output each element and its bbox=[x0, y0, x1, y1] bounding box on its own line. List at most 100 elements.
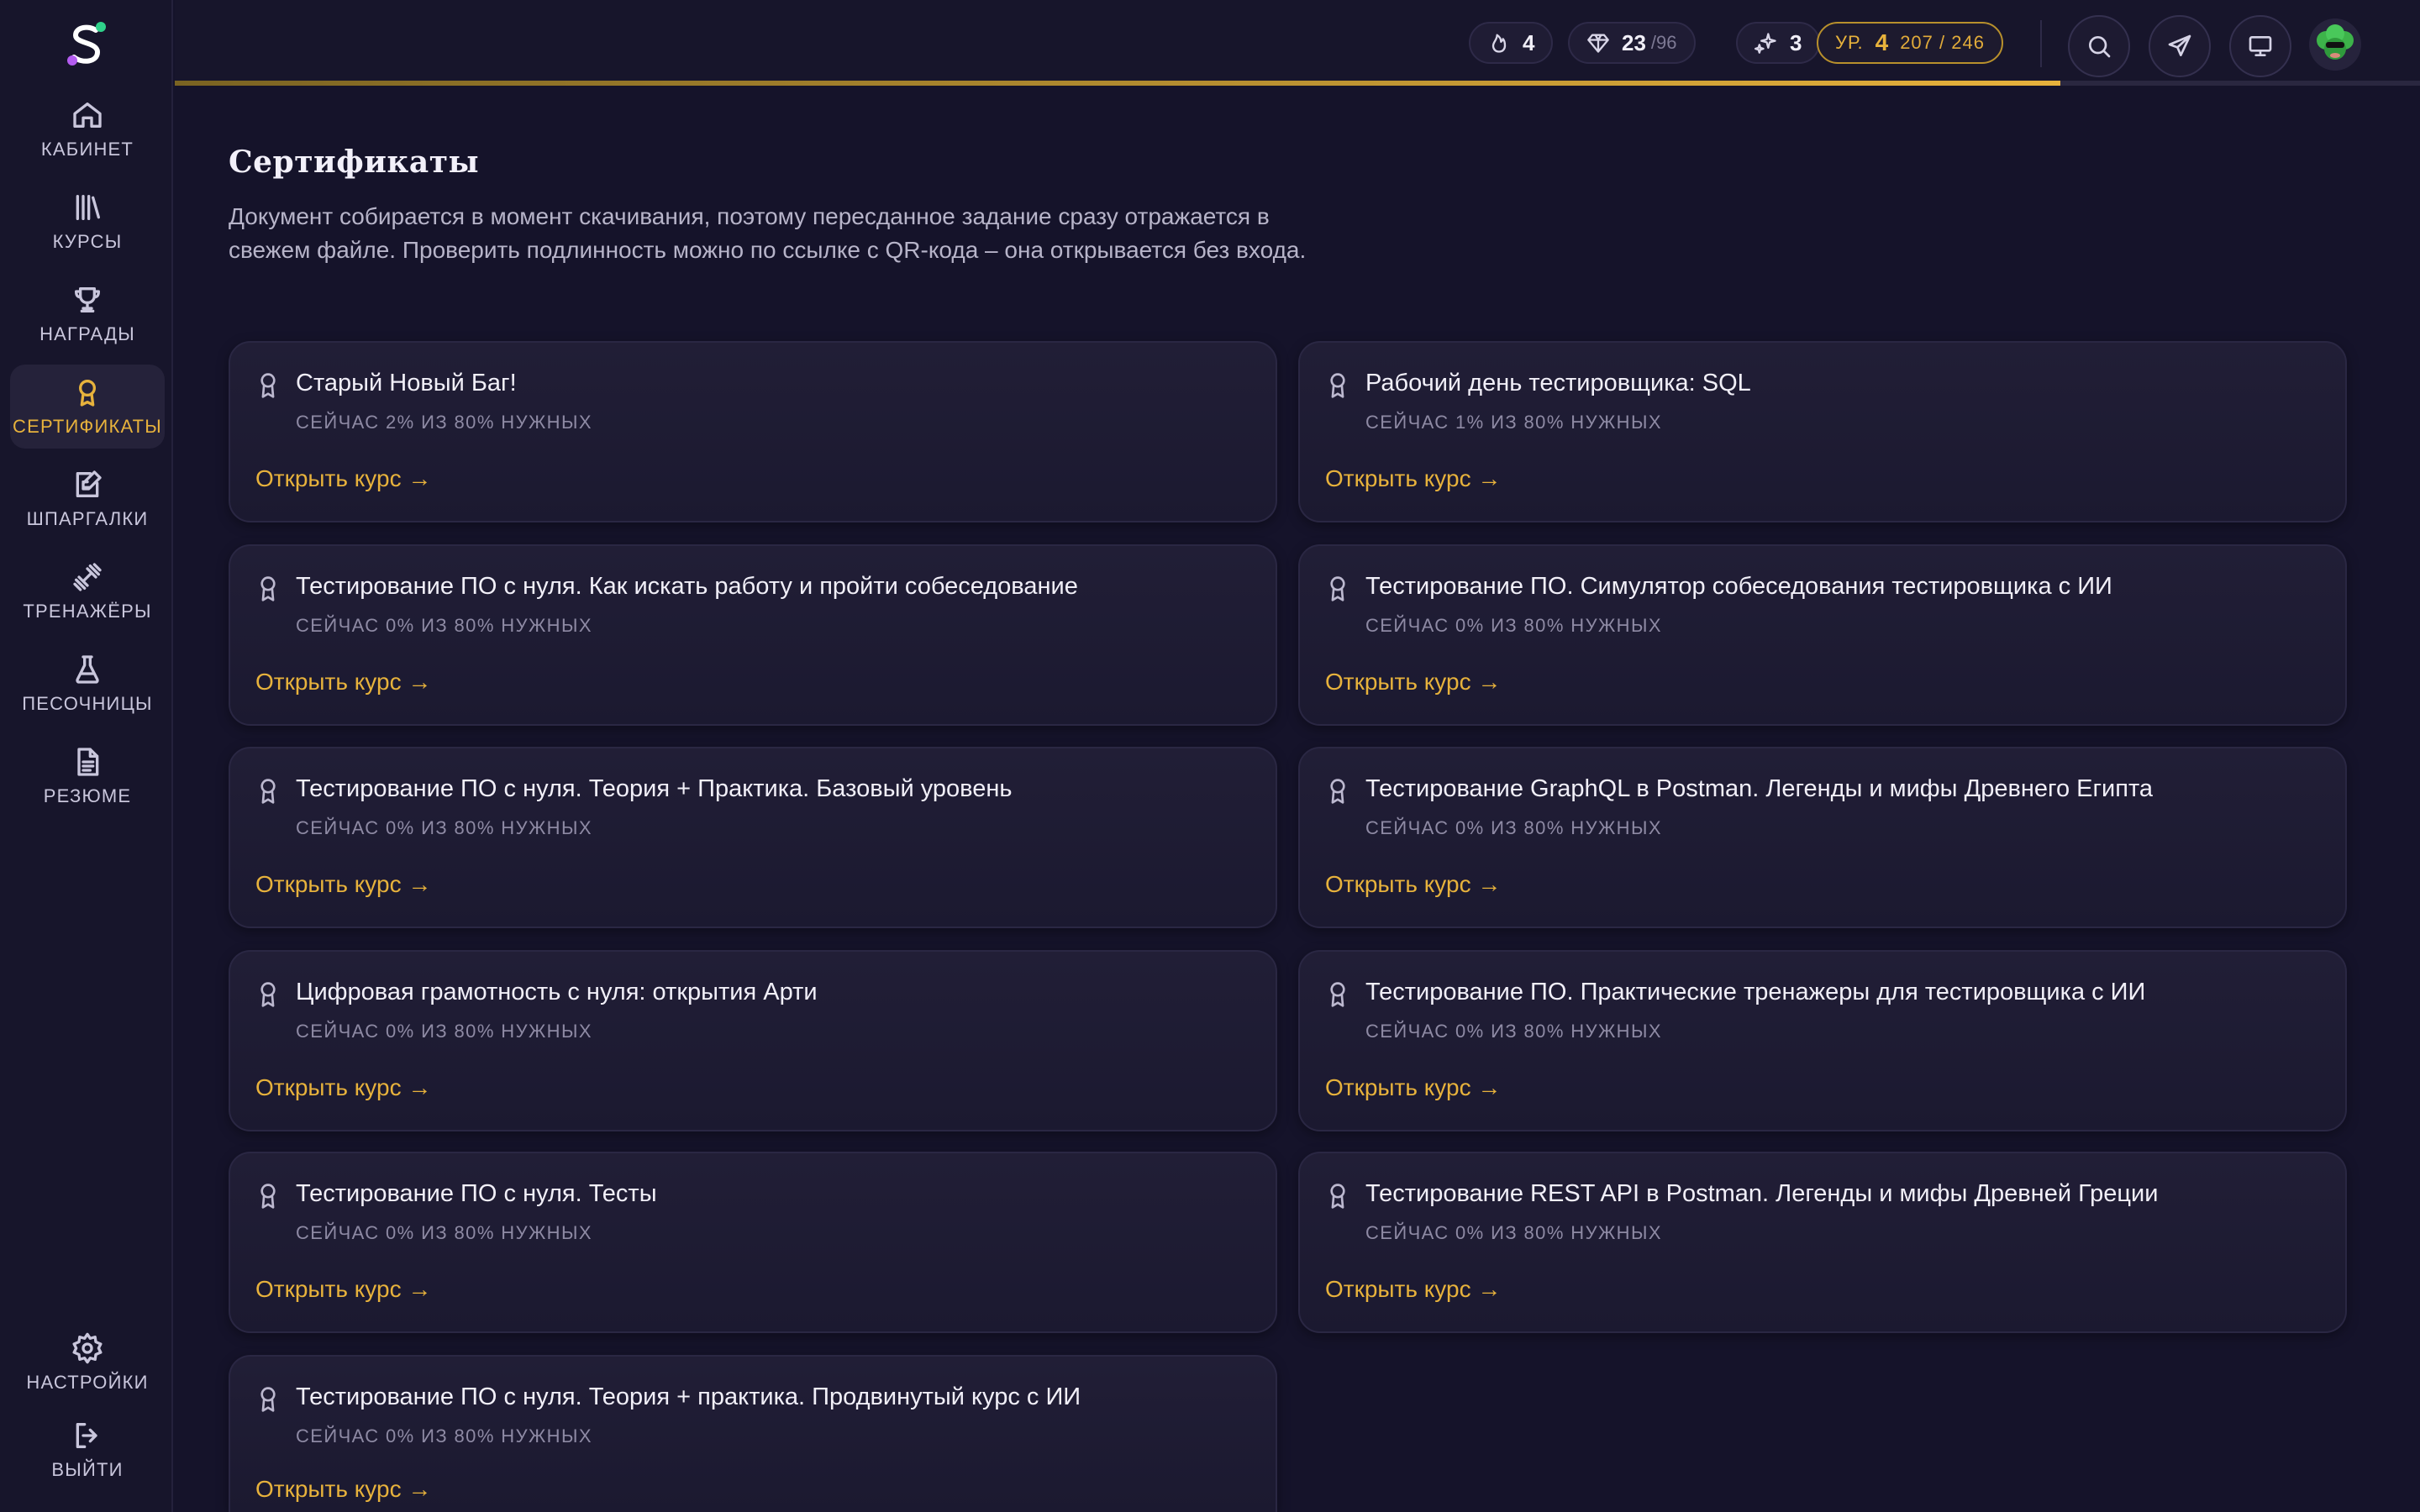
send-icon bbox=[2168, 34, 2191, 56]
open-course-link[interactable]: Открыть курс → bbox=[255, 669, 431, 696]
certificate-icon bbox=[255, 980, 281, 1009]
search-button[interactable] bbox=[2068, 15, 2130, 77]
sidebar-item-label: ТРЕНАЖЁРЫ bbox=[23, 601, 152, 622]
sidebar: КАБИНЕТ КУРСЫ НАГРАДЫ СЕРТИФИКАТЫ ШПАРГА… bbox=[0, 0, 173, 1512]
open-course-link[interactable]: Открыть курс → bbox=[255, 1074, 431, 1101]
sidebar-item-trainers[interactable]: ТРЕНАЖЁРЫ bbox=[10, 549, 165, 633]
certificate-icon bbox=[255, 575, 281, 603]
sidebar-item-logout[interactable]: ВЫЙТИ bbox=[10, 1408, 165, 1492]
certificate-title: Тестирование ПО с нуля. Теория + Практик… bbox=[296, 775, 1013, 802]
sidebar-item-label: ПЕСОЧНИЦЫ bbox=[22, 693, 153, 714]
certificate-progress: СЕЙЧАС 2% ИЗ 80% НУЖНЫХ bbox=[296, 412, 592, 433]
diamond-icon bbox=[1587, 34, 1609, 53]
certificate-icon bbox=[1325, 980, 1350, 1009]
sidebar-item-label: РЕЗЮМЕ bbox=[43, 785, 132, 806]
certificate-title: Тестирование GraphQL в Postman. Легенды … bbox=[1365, 775, 2154, 802]
streak-value: 4 bbox=[1523, 29, 1535, 55]
level-value: 4 bbox=[1875, 29, 1889, 55]
certificate-icon bbox=[1325, 777, 1350, 806]
sidebar-item-cheatsheets[interactable]: ШПАРГАЛКИ bbox=[10, 457, 165, 541]
certificate-icon bbox=[255, 371, 281, 400]
streak-counter[interactable]: 4 bbox=[1469, 22, 1554, 64]
page-description: Документ собирается в момент скачивания,… bbox=[229, 203, 1307, 263]
flame-icon bbox=[1491, 34, 1507, 53]
certificate-title: Тестирование ПО с нуля. Теория + практик… bbox=[296, 1383, 1081, 1410]
certificate-progress: СЕЙЧАС 0% ИЗ 80% НУЖНЫХ bbox=[296, 615, 592, 636]
certificate-card: Тестирование REST API в Postman. Легенды… bbox=[1298, 1152, 2347, 1333]
dumbbell-icon bbox=[73, 563, 102, 591]
sidebar-item-label: КАБИНЕТ bbox=[40, 139, 134, 160]
certificate-title: Тестирование ПО с нуля. Тесты bbox=[296, 1180, 657, 1207]
trophy-icon bbox=[75, 287, 101, 312]
telegram-button[interactable] bbox=[2149, 15, 2211, 77]
certificate-icon bbox=[79, 380, 96, 407]
certificate-title: Тестирование ПО. Практические тренажеры … bbox=[1365, 979, 2146, 1005]
certificate-card: Цифровая грамотность с нуля: открытия Ар… bbox=[229, 950, 1277, 1131]
level-prefix: УР. bbox=[1835, 32, 1864, 53]
certificate-icon bbox=[1325, 371, 1350, 400]
gear-icon bbox=[72, 1332, 103, 1364]
certificate-card: Тестирование ПО с нуля. Как искать работ… bbox=[229, 544, 1277, 726]
sidebar-item-resume[interactable]: РЕЗЮМЕ bbox=[10, 734, 165, 818]
open-course-link[interactable]: Открыть курс → bbox=[1325, 1074, 1501, 1101]
certificate-card: Рабочий день тестировщика: SQL СЕЙЧАС 1%… bbox=[1298, 341, 2347, 522]
gems-counter[interactable]: 23 /96 bbox=[1568, 22, 1696, 64]
open-course-link[interactable]: Открыть курс → bbox=[255, 1276, 431, 1303]
sidebar-item-label: ШПАРГАЛКИ bbox=[26, 508, 149, 529]
open-course-link[interactable]: Открыть курс → bbox=[255, 1476, 431, 1503]
search-icon bbox=[2089, 36, 2111, 58]
certificate-progress: СЕЙЧАС 0% ИЗ 80% НУЖНЫХ bbox=[1365, 1222, 1662, 1243]
logout-label: ВЫЙТИ bbox=[51, 1459, 124, 1480]
sidebar-item-settings[interactable]: НАСТРОЙКИ bbox=[10, 1320, 165, 1404]
document-icon bbox=[77, 748, 99, 776]
certificate-icon bbox=[255, 777, 281, 806]
gems-value: 23 bbox=[1622, 29, 1646, 55]
certificate-progress: СЕЙЧАС 0% ИЗ 80% НУЖНЫХ bbox=[1365, 1021, 1662, 1042]
open-course-link[interactable]: Открыть курс → bbox=[1325, 669, 1501, 696]
certificate-progress: СЕЙЧАС 0% ИЗ 80% НУЖНЫХ bbox=[1365, 615, 1662, 636]
logout-icon bbox=[76, 1423, 97, 1448]
monitor-icon bbox=[2249, 35, 2272, 56]
level-xp: 207 / 246 bbox=[1900, 32, 1985, 53]
open-course-link[interactable]: Открыть курс → bbox=[1325, 871, 1501, 898]
sidebar-item-sandboxes[interactable]: ПЕСОЧНИЦЫ bbox=[10, 642, 165, 726]
sparks-counter[interactable]: 3 bbox=[1736, 22, 1821, 64]
certificate-card: Тестирование GraphQL в Postman. Легенды … bbox=[1298, 747, 2347, 928]
certificate-icon bbox=[1325, 575, 1350, 603]
certificate-title: Тестирование ПО. Симулятор собеседования… bbox=[1365, 573, 2112, 600]
topbar-divider bbox=[2040, 20, 2042, 67]
level-badge[interactable]: УР. 4 207 / 246 bbox=[1817, 22, 2003, 64]
certificate-progress: СЕЙЧАС 1% ИЗ 80% НУЖНЫХ bbox=[1365, 412, 1662, 433]
app-root: КАБИНЕТ КУРСЫ НАГРАДЫ СЕРТИФИКАТЫ ШПАРГА… bbox=[0, 0, 2420, 1512]
open-course-link[interactable]: Открыть курс → bbox=[1325, 465, 1501, 492]
certificate-title: Цифровая грамотность с нуля: открытия Ар… bbox=[296, 979, 818, 1005]
certificate-progress: СЕЙЧАС 0% ИЗ 80% НУЖНЫХ bbox=[296, 817, 592, 838]
xp-progress-bar bbox=[175, 81, 2420, 86]
logo-icon[interactable] bbox=[59, 18, 114, 71]
sidebar-item-rewards[interactable]: НАГРАДЫ bbox=[10, 272, 165, 356]
certificate-title: Тестирование ПО с нуля. Как искать работ… bbox=[296, 573, 1078, 600]
page-title: Сертификаты bbox=[229, 144, 480, 180]
certificate-card: Тестирование ПО с нуля. Тесты СЕЙЧАС 0% … bbox=[229, 1152, 1277, 1333]
certificate-title: Тестирование REST API в Postman. Легенды… bbox=[1365, 1180, 2159, 1207]
display-button[interactable] bbox=[2229, 15, 2291, 77]
certificate-icon bbox=[1325, 1182, 1350, 1210]
sidebar-item-courses[interactable]: КУРСЫ bbox=[10, 180, 165, 264]
certificate-progress: СЕЙЧАС 0% ИЗ 80% НУЖНЫХ bbox=[296, 1425, 592, 1446]
certificate-title: Рабочий день тестировщика: SQL bbox=[1365, 370, 1751, 396]
open-course-link[interactable]: Открыть курс → bbox=[1325, 1276, 1501, 1303]
sidebar-item-certificates[interactable]: СЕРТИФИКАТЫ bbox=[10, 365, 165, 449]
avatar[interactable] bbox=[2309, 18, 2361, 71]
sparkles-icon bbox=[1754, 33, 1776, 54]
open-course-link[interactable]: Открыть курс → bbox=[255, 871, 431, 898]
home-icon bbox=[73, 102, 102, 128]
certificate-card: Тестирование ПО. Практические тренажеры … bbox=[1298, 950, 2347, 1131]
note-edit-icon bbox=[76, 470, 102, 497]
sidebar-item-label: НАГРАДЫ bbox=[39, 323, 135, 344]
open-course-link[interactable]: Открыть курс → bbox=[255, 465, 431, 492]
certificate-card: Тестирование ПО с нуля. Теория + Практик… bbox=[229, 747, 1277, 928]
sidebar-item-cabinet[interactable]: КАБИНЕТ bbox=[10, 87, 165, 171]
sparks-value: 3 bbox=[1790, 29, 1802, 55]
certificate-card: Тестирование ПО с нуля. Теория + практик… bbox=[229, 1355, 1277, 1512]
certificate-card: Тестирование ПО. Симулятор собеседования… bbox=[1298, 544, 2347, 726]
